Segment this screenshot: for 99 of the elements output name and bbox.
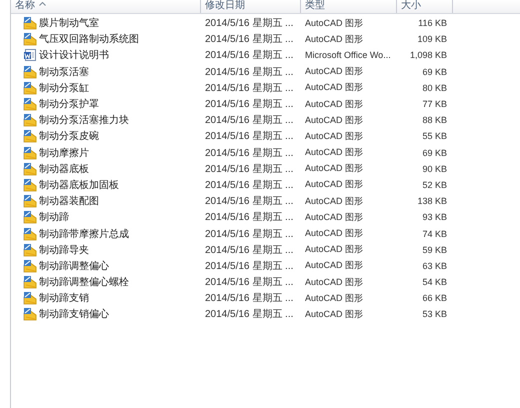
file-name[interactable]: 制动蹄调整偏心: [39, 258, 109, 273]
modified-date: 2014/5/16 星期五 ...: [205, 16, 294, 30]
drawing-file-icon: [23, 291, 37, 306]
file-size: 90 KB: [422, 164, 447, 174]
file-name[interactable]: 制动蹄带摩擦片总成: [39, 226, 129, 241]
modified-date: 2014/5/16 星期五 ...: [205, 82, 294, 95]
file-type: AutoCAD 图形: [305, 162, 364, 176]
file-name[interactable]: 制动泵活塞: [39, 64, 89, 79]
file-type: AutoCAD 图形: [305, 178, 364, 192]
file-size: 63 KB: [422, 260, 447, 271]
file-size: 66 KB: [422, 293, 447, 304]
modified-date: 2014/5/16 星期五 ...: [205, 228, 294, 241]
file-size: 54 KB: [422, 277, 447, 288]
modified-date: 2014/5/16 星期五 ...: [205, 162, 294, 176]
file-name[interactable]: 制动蹄支销偏心: [39, 307, 109, 322]
drawing-file-icon: [23, 146, 37, 160]
file-size: 55 KB: [422, 131, 447, 142]
file-type: AutoCAD 图形: [305, 292, 364, 305]
file-name[interactable]: 制动器装配图: [39, 194, 99, 208]
modified-date: 2014/5/16 星期五 ...: [205, 98, 294, 112]
document-file-icon: [23, 48, 37, 62]
modified-date: 2014/5/16 星期五 ...: [205, 66, 294, 79]
drawing-file-icon: [23, 129, 37, 144]
file-type: AutoCAD 图形: [305, 227, 364, 240]
file-name[interactable]: 制动分泵缸: [39, 80, 89, 95]
file-type: AutoCAD 图形: [305, 130, 364, 143]
drawing-file-icon: [23, 226, 37, 241]
file-size: 93 KB: [422, 212, 447, 222]
modified-date: 2014/5/16 星期五 ...: [205, 130, 294, 144]
file-type: AutoCAD 图形: [305, 98, 364, 111]
file-size: 52 KB: [422, 180, 447, 190]
drawing-file-icon: [23, 80, 37, 95]
file-type: AutoCAD 图形: [305, 276, 364, 289]
file-size: 53 KB: [422, 309, 447, 320]
modified-date: 2014/5/16 星期五 ...: [205, 210, 294, 224]
modified-date: 2014/5/16 星期五 ...: [205, 48, 294, 62]
file-name[interactable]: 制动器底板: [39, 162, 89, 176]
file-name[interactable]: 制动蹄导夹: [39, 242, 89, 257]
file-name[interactable]: 制动蹄支销: [39, 291, 89, 306]
file-size: 59 KB: [422, 244, 447, 255]
file-size: 1,098 KB: [410, 50, 447, 60]
drawing-file-icon: [23, 16, 37, 30]
column-header[interactable]: 大小: [397, 0, 453, 13]
file-size: 116 KB: [418, 18, 447, 28]
column-header[interactable]: 修改日期: [201, 0, 301, 13]
file-type: Microsoft Office Wo...: [305, 50, 391, 60]
file-name[interactable]: 制动器底板加固板: [39, 178, 119, 192]
file-size: 69 KB: [422, 148, 447, 158]
file-type: AutoCAD 图形: [305, 81, 364, 94]
drawing-file-icon: [23, 242, 37, 257]
file-size: 138 KB: [417, 196, 447, 206]
file-type: AutoCAD 图形: [305, 16, 364, 30]
drawing-file-icon: [23, 162, 37, 176]
file-name[interactable]: 制动分泵活塞推力块: [39, 113, 129, 128]
modified-date: 2014/5/16 星期五 ...: [205, 114, 294, 128]
modified-date: 2014/5/16 星期五 ...: [205, 308, 294, 322]
column-header[interactable]: 类型: [301, 0, 397, 13]
file-type: AutoCAD 图形: [305, 32, 364, 46]
drawing-file-icon: [23, 258, 37, 273]
drawing-file-icon: [23, 210, 37, 224]
file-size: 69 KB: [422, 66, 447, 77]
drawing-file-icon: [23, 113, 37, 128]
file-name[interactable]: 制动摩擦片: [39, 146, 89, 160]
file-name[interactable]: 膜片制动气室: [39, 16, 99, 30]
file-type: AutoCAD 图形: [305, 210, 364, 224]
modified-date: 2014/5/16 星期五 ...: [205, 260, 294, 273]
drawing-file-icon: [23, 194, 37, 208]
file-name[interactable]: 制动分泵皮碗: [39, 129, 99, 144]
file-size: 88 KB: [422, 115, 447, 126]
file-type: AutoCAD 图形: [305, 259, 364, 272]
drawing-file-icon: [23, 32, 37, 46]
drawing-file-icon: [23, 97, 37, 112]
drawing-file-icon: [23, 307, 37, 322]
file-type: AutoCAD 图形: [305, 243, 364, 256]
file-type: AutoCAD 图形: [305, 308, 364, 321]
modified-date: 2014/5/16 星期五 ...: [205, 146, 294, 160]
modified-date: 2014/5/16 星期五 ...: [205, 276, 294, 290]
modified-date: 2014/5/16 星期五 ...: [205, 32, 294, 46]
modified-date: 2014/5/16 星期五 ...: [205, 292, 294, 306]
file-name[interactable]: 设计设计说明书: [39, 48, 109, 62]
drawing-file-icon: [23, 64, 37, 79]
file-type: AutoCAD 图形: [305, 114, 364, 127]
file-name[interactable]: 制动分泵护罩: [39, 97, 99, 112]
modified-date: 2014/5/16 星期五 ...: [205, 178, 294, 192]
file-name[interactable]: 制动蹄: [39, 210, 69, 224]
column-header[interactable]: 名称: [11, 0, 201, 13]
modified-date: 2014/5/16 星期五 ...: [205, 194, 294, 208]
file-size: 74 KB: [422, 228, 447, 239]
drawing-file-icon: [23, 178, 37, 192]
file-name[interactable]: 气压双回路制动系统图: [39, 32, 139, 46]
file-type: AutoCAD 图形: [305, 146, 364, 160]
file-type: AutoCAD 图形: [305, 65, 364, 78]
file-size: 109 KB: [417, 34, 447, 44]
drawing-file-icon: [23, 275, 37, 290]
file-size: 80 KB: [422, 82, 447, 93]
file-type: AutoCAD 图形: [305, 194, 364, 208]
file-name[interactable]: 制动蹄调整偏心螺栓: [39, 275, 129, 290]
file-size: 77 KB: [422, 99, 447, 110]
modified-date: 2014/5/16 星期五 ...: [205, 244, 294, 257]
